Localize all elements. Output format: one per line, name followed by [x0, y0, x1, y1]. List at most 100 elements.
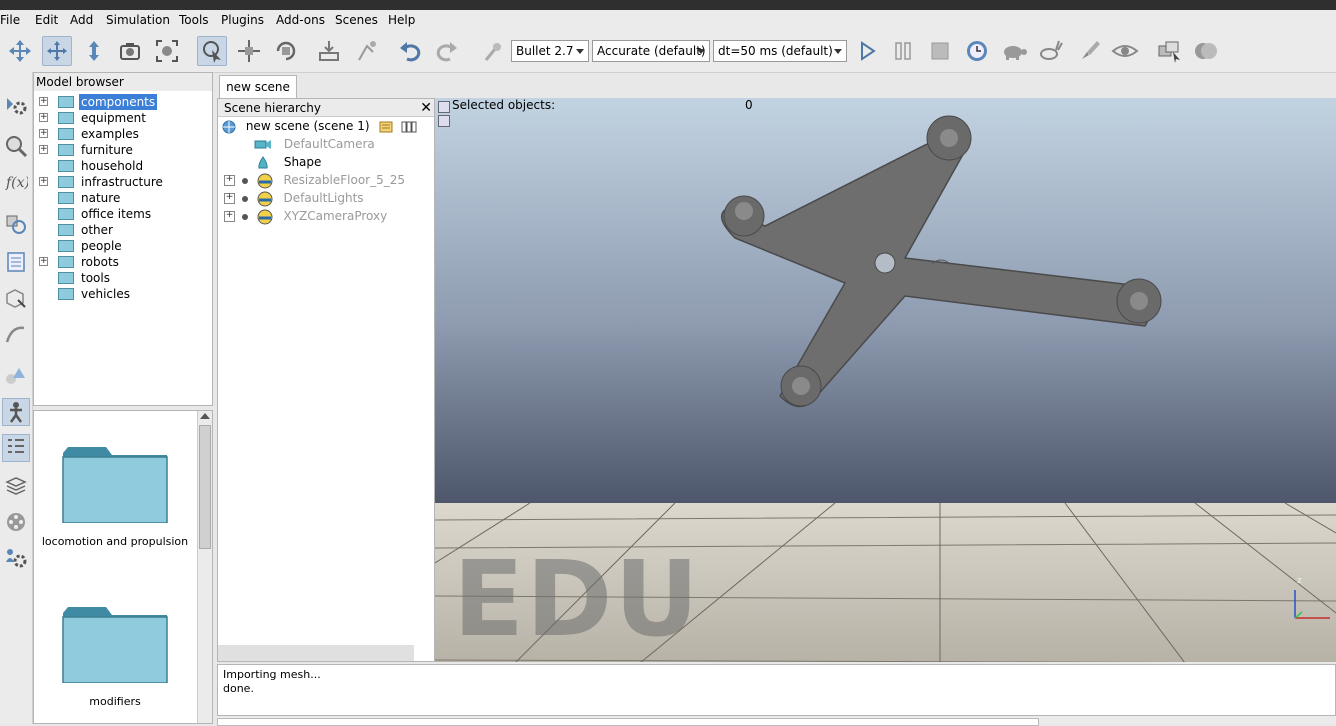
object-shape[interactable]: Shape: [254, 153, 321, 171]
model-folder-label: infrastructure: [81, 175, 163, 189]
transfer-dna-icon[interactable]: [351, 36, 381, 66]
menu-addons[interactable]: Add-ons: [276, 13, 325, 27]
model-folder-robots[interactable]: + robots: [34, 254, 212, 270]
menu-scenes[interactable]: Scenes: [335, 13, 378, 27]
model-folder-infrastructure[interactable]: + infrastructure: [34, 174, 212, 190]
script-list-icon[interactable]: [2, 248, 30, 276]
cross-frame-shape[interactable]: [435, 98, 1336, 662]
model-folder-components[interactable]: + components: [34, 94, 212, 110]
scroll-up-icon[interactable]: [200, 413, 210, 419]
dynamics-icon[interactable]: [478, 36, 508, 66]
layers-icon[interactable]: [2, 472, 30, 500]
close-icon[interactable]: ✕: [420, 99, 432, 117]
expand-icon[interactable]: +: [39, 113, 48, 122]
expand-icon[interactable]: +: [224, 211, 235, 222]
folder-icon: [58, 256, 74, 268]
scene-selector-icon[interactable]: [1155, 36, 1185, 66]
camera-pan-icon[interactable]: [5, 36, 35, 66]
page-selector-icon[interactable]: [1191, 36, 1221, 66]
svg-text:f(x): f(x): [5, 175, 28, 191]
menu-tools[interactable]: Tools: [179, 13, 209, 27]
shape-edit-icon[interactable]: [2, 284, 30, 312]
model-folder-nature[interactable]: nature: [34, 190, 212, 206]
expand-icon[interactable]: +: [39, 177, 48, 186]
play-icon[interactable]: [852, 36, 882, 66]
path-edit-icon[interactable]: [2, 320, 30, 348]
menu-file[interactable]: File: [0, 13, 20, 27]
model-folder-household[interactable]: household: [34, 158, 212, 174]
model-folder-furniture[interactable]: + furniture: [34, 142, 212, 158]
object-xyz-camera-proxy[interactable]: + XYZCameraProxy: [224, 207, 387, 225]
model-browser-toggle-icon[interactable]: [2, 398, 30, 426]
command-input[interactable]: [217, 718, 1039, 726]
thumbnail-locomotion-and-propulsion[interactable]: locomotion and propulsion: [34, 445, 196, 548]
menu-add[interactable]: Add: [70, 13, 93, 27]
scene-root-item[interactable]: new scene (scene 1): [222, 117, 417, 135]
model-folder-other[interactable]: other: [34, 222, 212, 238]
model-folder-examples[interactable]: + examples: [34, 126, 212, 142]
left-tool-strip: f(x): [0, 72, 33, 724]
timestep-select[interactable]: dt=50 ms (default): [713, 40, 847, 62]
scrollbar-thumb[interactable]: [199, 425, 211, 549]
threaded-rendering-icon[interactable]: [1075, 36, 1105, 66]
viewport-minimize-icon[interactable]: [438, 101, 450, 113]
camera-angle-icon[interactable]: [115, 36, 145, 66]
slower-turtle-icon[interactable]: [999, 36, 1029, 66]
tab-new-scene[interactable]: new scene: [219, 75, 297, 99]
hierarchy-horizontal-scrollbar[interactable]: [218, 645, 414, 661]
expand-icon[interactable]: +: [224, 193, 235, 204]
expand-icon[interactable]: +: [39, 145, 48, 154]
menu-simulation[interactable]: Simulation: [106, 13, 170, 27]
model-folder-equipment[interactable]: + equipment: [34, 110, 212, 126]
object-default-camera[interactable]: DefaultCamera: [254, 135, 375, 153]
thumbnail-label: locomotion and propulsion: [41, 535, 189, 548]
custom-script-icon[interactable]: [401, 120, 417, 134]
undo-icon[interactable]: [395, 36, 425, 66]
menu-edit[interactable]: Edit: [35, 13, 58, 27]
expand-icon[interactable]: +: [39, 129, 48, 138]
object-select-icon[interactable]: [197, 36, 227, 66]
camera-shift-icon[interactable]: [79, 36, 109, 66]
faster-rabbit-icon[interactable]: [1036, 36, 1066, 66]
expand-icon[interactable]: +: [39, 97, 48, 106]
model-folder-vehicles[interactable]: vehicles: [34, 286, 212, 302]
accuracy-select[interactable]: Accurate (default): [592, 40, 710, 62]
model-folder-label: equipment: [81, 111, 146, 125]
physics-engine-select[interactable]: Bullet 2.7: [511, 40, 589, 62]
collections-icon[interactable]: [2, 210, 30, 238]
model-folder-office-items[interactable]: office items: [34, 206, 212, 222]
thumbnail-modifiers[interactable]: modifiers: [34, 605, 196, 708]
model-folder-tools[interactable]: tools: [34, 270, 212, 286]
simulation-settings-icon[interactable]: [2, 92, 30, 120]
menu-help[interactable]: Help: [388, 13, 415, 27]
function-icon[interactable]: f(x): [2, 168, 30, 196]
magnifier-icon[interactable]: [2, 132, 30, 160]
scene-hierarchy-toggle-icon[interactable]: [2, 434, 30, 462]
object-rotate-icon[interactable]: [271, 36, 301, 66]
assemble-icon[interactable]: [314, 36, 344, 66]
object-resizable-floor[interactable]: + ResizableFloor_5_25: [224, 171, 405, 189]
pause-icon[interactable]: [888, 36, 918, 66]
menu-plugins[interactable]: Plugins: [221, 13, 264, 27]
expand-icon[interactable]: +: [39, 257, 48, 266]
script-icon[interactable]: [379, 120, 393, 134]
folder-icon: [58, 240, 74, 252]
globe-icon: [222, 120, 236, 133]
scene-viewport[interactable]: EDU Selected objects: 0 z y x: [435, 98, 1336, 662]
redo-icon[interactable]: [432, 36, 462, 66]
realtime-clock-icon[interactable]: [962, 36, 992, 66]
primitives-icon[interactable]: [2, 362, 30, 390]
visualization-eye-icon[interactable]: [1110, 36, 1140, 66]
thumbnail-scrollbar[interactable]: [197, 411, 212, 723]
stop-icon[interactable]: [925, 36, 955, 66]
video-recorder-icon[interactable]: [2, 508, 30, 536]
viewport-maximize-icon[interactable]: [438, 115, 450, 127]
user-settings-icon[interactable]: [2, 544, 30, 572]
axis-z-label: z: [1297, 576, 1302, 586]
expand-icon[interactable]: +: [224, 175, 235, 186]
model-folder-people[interactable]: people: [34, 238, 212, 254]
object-default-lights[interactable]: + DefaultLights: [224, 189, 364, 207]
fit-to-view-icon[interactable]: [152, 36, 182, 66]
camera-rotate-icon[interactable]: [42, 36, 72, 66]
object-move-icon[interactable]: [234, 36, 264, 66]
